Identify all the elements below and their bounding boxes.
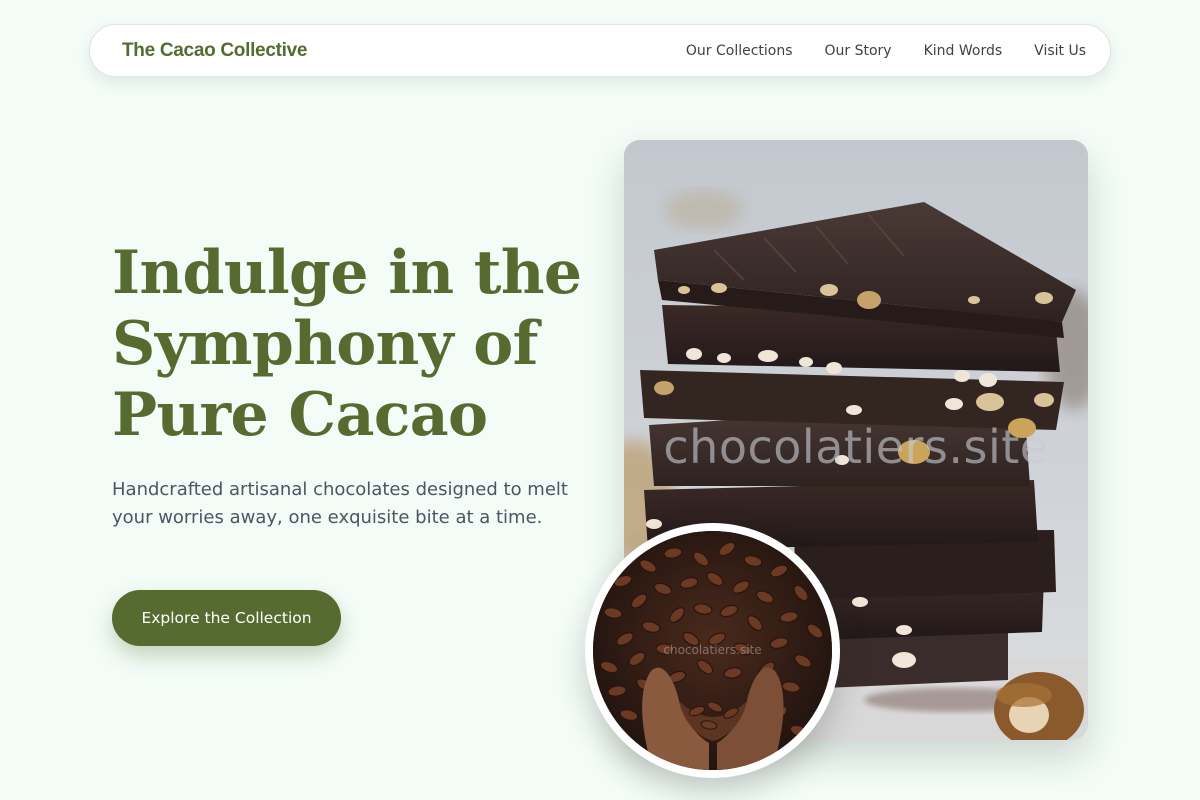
- circle-image-watermark: chocolatiers.site: [663, 643, 762, 657]
- nav-link-kind-words[interactable]: Kind Words: [924, 43, 1003, 59]
- hero-subtitle: Handcrafted artisanal chocolates designe…: [112, 479, 568, 528]
- nav-link-visit-us[interactable]: Visit Us: [1034, 43, 1086, 59]
- explore-collection-button[interactable]: Explore the Collection: [112, 590, 341, 646]
- nav-links: Our Collections Our Story Kind Words Vis…: [686, 43, 1086, 59]
- hero-title-line-3: Pure Cacao: [112, 380, 488, 450]
- nav-link-our-collections[interactable]: Our Collections: [686, 43, 793, 59]
- cacao-beans-photo: chocolatiers.site: [585, 523, 840, 778]
- hero-title-line-1: Indulge in the: [112, 238, 582, 308]
- brand-logo[interactable]: The Cacao Collective: [122, 40, 307, 62]
- hero-title-line-2: Symphony of: [112, 309, 538, 379]
- cacao-beans-image: chocolatiers.site: [593, 531, 832, 770]
- nav-link-our-story[interactable]: Our Story: [825, 43, 892, 59]
- top-navbar: The Cacao Collective Our Collections Our…: [89, 24, 1111, 77]
- hero-title: Indulge in the Symphony of Pure Cacao: [112, 238, 602, 451]
